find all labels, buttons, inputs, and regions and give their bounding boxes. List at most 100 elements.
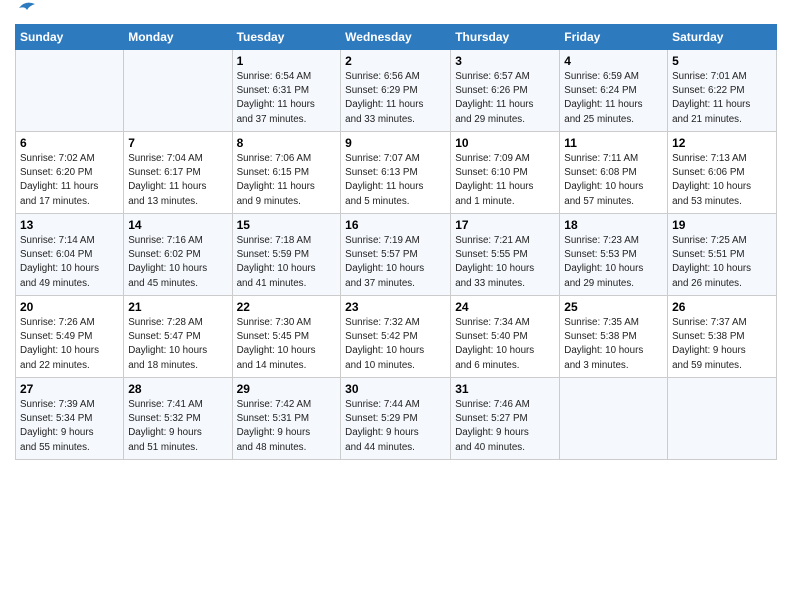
day-number: 11	[564, 136, 663, 150]
day-info: Sunrise: 7:21 AMSunset: 5:55 PMDaylight:…	[455, 234, 555, 291]
calendar-cell: 17 Sunrise: 7:21 AMSunset: 5:55 PMDayligh…	[451, 214, 560, 296]
day-number: 24	[455, 300, 555, 314]
day-number: 31	[455, 382, 555, 396]
day-info: Sunrise: 6:57 AMSunset: 6:26 PMDaylight:…	[455, 70, 555, 127]
week-row-3: 20Sunrise: 7:26 AMSunset: 5:49 PMDayligh…	[16, 296, 777, 378]
calendar-header: SundayMondayTuesdayWednesdayThursdayFrid…	[16, 25, 777, 50]
day-info: Sunrise: 7:39 AMSunset: 5:34 PMDaylight:…	[20, 398, 119, 455]
day-number: 10	[455, 136, 555, 150]
header-day-friday: Friday	[560, 25, 668, 50]
day-number: 2	[345, 54, 446, 68]
day-number: 19	[672, 218, 772, 232]
day-info: Sunrise: 7:01 AMSunset: 6:22 PMDaylight:…	[672, 70, 772, 127]
day-info: Sunrise: 7:25 AMSunset: 5:51 PMDaylight:…	[672, 234, 772, 291]
day-number: 12	[672, 136, 772, 150]
calendar-cell: 19 Sunrise: 7:25 AMSunset: 5:51 PMDayligh…	[668, 214, 777, 296]
day-info: Sunrise: 7:06 AMSunset: 6:15 PMDaylight:…	[237, 152, 337, 209]
day-info: Sunrise: 7:41 AMSunset: 5:32 PMDaylight:…	[128, 398, 227, 455]
calendar-cell: 3 Sunrise: 6:57 AMSunset: 6:26 PMDaylight…	[451, 50, 560, 132]
day-info: Sunrise: 7:09 AMSunset: 6:10 PMDaylight:…	[455, 152, 555, 209]
calendar-cell: 21 Sunrise: 7:28 AMSunset: 5:47 PMDayligh…	[124, 296, 232, 378]
calendar-cell: 18 Sunrise: 7:23 AMSunset: 5:53 PMDayligh…	[560, 214, 668, 296]
day-number: 20	[20, 300, 119, 314]
calendar-cell: 22Sunrise: 7:30 AMSunset: 5:45 PMDayligh…	[232, 296, 341, 378]
header-day-wednesday: Wednesday	[341, 25, 451, 50]
day-number: 9	[345, 136, 446, 150]
day-number: 23	[345, 300, 446, 314]
calendar-cell: 5 Sunrise: 7:01 AMSunset: 6:22 PMDaylight…	[668, 50, 777, 132]
calendar-cell: 27 Sunrise: 7:39 AMSunset: 5:34 PMDayligh…	[16, 378, 124, 460]
day-number: 4	[564, 54, 663, 68]
day-info: Sunrise: 6:54 AMSunset: 6:31 PMDaylight:…	[237, 70, 337, 127]
day-info: Sunrise: 7:16 AMSunset: 6:02 PMDaylight:…	[128, 234, 227, 291]
logo	[15, 10, 37, 16]
day-number: 28	[128, 382, 227, 396]
calendar-cell: 30 Sunrise: 7:44 AMSunset: 5:29 PMDayligh…	[341, 378, 451, 460]
calendar-cell: 10 Sunrise: 7:09 AMSunset: 6:10 PMDayligh…	[451, 132, 560, 214]
header-row: SundayMondayTuesdayWednesdayThursdayFrid…	[16, 25, 777, 50]
day-number: 16	[345, 218, 446, 232]
day-number: 21	[128, 300, 227, 314]
day-info: Sunrise: 7:18 AMSunset: 5:59 PMDaylight:…	[237, 234, 337, 291]
calendar-table: SundayMondayTuesdayWednesdayThursdayFrid…	[15, 24, 777, 460]
day-number: 22	[237, 300, 337, 314]
day-info: Sunrise: 7:11 AMSunset: 6:08 PMDaylight:…	[564, 152, 663, 209]
day-number: 3	[455, 54, 555, 68]
day-info: Sunrise: 7:19 AMSunset: 5:57 PMDaylight:…	[345, 234, 446, 291]
calendar-cell: 14 Sunrise: 7:16 AMSunset: 6:02 PMDayligh…	[124, 214, 232, 296]
day-info: Sunrise: 7:04 AMSunset: 6:17 PMDaylight:…	[128, 152, 227, 209]
day-info: Sunrise: 7:37 AMSunset: 5:38 PMDaylight:…	[672, 316, 772, 373]
day-number: 29	[237, 382, 337, 396]
day-info: Sunrise: 7:23 AMSunset: 5:53 PMDaylight:…	[564, 234, 663, 291]
calendar-cell	[668, 378, 777, 460]
day-info: Sunrise: 7:46 AMSunset: 5:27 PMDaylight:…	[455, 398, 555, 455]
header-day-sunday: Sunday	[16, 25, 124, 50]
calendar-cell: 4Sunrise: 6:59 AMSunset: 6:24 PMDaylight…	[560, 50, 668, 132]
day-number: 30	[345, 382, 446, 396]
calendar-cell: 31 Sunrise: 7:46 AMSunset: 5:27 PMDayligh…	[451, 378, 560, 460]
header-day-monday: Monday	[124, 25, 232, 50]
calendar-cell: 9Sunrise: 7:07 AMSunset: 6:13 PMDaylight…	[341, 132, 451, 214]
day-number: 25	[564, 300, 663, 314]
header-day-saturday: Saturday	[668, 25, 777, 50]
day-number: 7	[128, 136, 227, 150]
day-number: 18	[564, 218, 663, 232]
day-info: Sunrise: 7:44 AMSunset: 5:29 PMDaylight:…	[345, 398, 446, 455]
calendar-cell: 23 Sunrise: 7:32 AMSunset: 5:42 PMDayligh…	[341, 296, 451, 378]
calendar-cell: 28 Sunrise: 7:41 AMSunset: 5:32 PMDayligh…	[124, 378, 232, 460]
day-number: 27	[20, 382, 119, 396]
calendar-cell: 29Sunrise: 7:42 AMSunset: 5:31 PMDayligh…	[232, 378, 341, 460]
week-row-2: 13Sunrise: 7:14 AMSunset: 6:04 PMDayligh…	[16, 214, 777, 296]
calendar-cell: 16 Sunrise: 7:19 AMSunset: 5:57 PMDayligh…	[341, 214, 451, 296]
header	[15, 10, 777, 16]
day-info: Sunrise: 7:32 AMSunset: 5:42 PMDaylight:…	[345, 316, 446, 373]
day-number: 15	[237, 218, 337, 232]
day-number: 1	[237, 54, 337, 68]
calendar-cell: 1 Sunrise: 6:54 AMSunset: 6:31 PMDaylight…	[232, 50, 341, 132]
calendar-cell: 7 Sunrise: 7:04 AMSunset: 6:17 PMDaylight…	[124, 132, 232, 214]
calendar-cell	[16, 50, 124, 132]
week-row-1: 6Sunrise: 7:02 AMSunset: 6:20 PMDaylight…	[16, 132, 777, 214]
calendar-cell: 15 Sunrise: 7:18 AMSunset: 5:59 PMDayligh…	[232, 214, 341, 296]
calendar-cell: 6Sunrise: 7:02 AMSunset: 6:20 PMDaylight…	[16, 132, 124, 214]
day-info: Sunrise: 7:28 AMSunset: 5:47 PMDaylight:…	[128, 316, 227, 373]
header-day-thursday: Thursday	[451, 25, 560, 50]
calendar-cell: 13Sunrise: 7:14 AMSunset: 6:04 PMDayligh…	[16, 214, 124, 296]
calendar-cell	[124, 50, 232, 132]
day-info: Sunrise: 7:34 AMSunset: 5:40 PMDaylight:…	[455, 316, 555, 373]
calendar-cell: 12 Sunrise: 7:13 AMSunset: 6:06 PMDayligh…	[668, 132, 777, 214]
header-day-tuesday: Tuesday	[232, 25, 341, 50]
day-number: 17	[455, 218, 555, 232]
day-number: 13	[20, 218, 119, 232]
calendar-cell: 25 Sunrise: 7:35 AMSunset: 5:38 PMDayligh…	[560, 296, 668, 378]
day-info: Sunrise: 6:56 AMSunset: 6:29 PMDaylight:…	[345, 70, 446, 127]
calendar-cell: 20Sunrise: 7:26 AMSunset: 5:49 PMDayligh…	[16, 296, 124, 378]
calendar-cell: 26 Sunrise: 7:37 AMSunset: 5:38 PMDayligh…	[668, 296, 777, 378]
week-row-4: 27 Sunrise: 7:39 AMSunset: 5:34 PMDayligh…	[16, 378, 777, 460]
day-number: 14	[128, 218, 227, 232]
day-number: 26	[672, 300, 772, 314]
day-info: Sunrise: 7:35 AMSunset: 5:38 PMDaylight:…	[564, 316, 663, 373]
calendar-cell	[560, 378, 668, 460]
day-number: 5	[672, 54, 772, 68]
day-info: Sunrise: 7:13 AMSunset: 6:06 PMDaylight:…	[672, 152, 772, 209]
